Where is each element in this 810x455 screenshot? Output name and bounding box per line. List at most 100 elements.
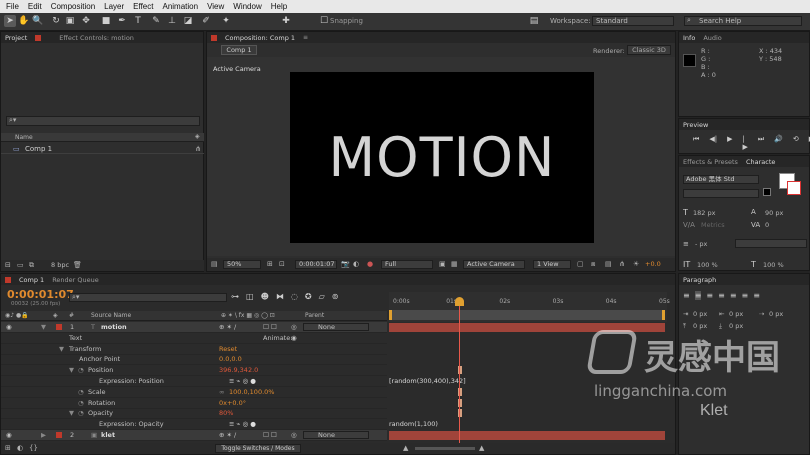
eraser-tool-icon[interactable]: ◪ [182,15,194,27]
motion-blur-icon[interactable]: ◌ [291,292,298,301]
indent-first-value[interactable]: 0 px [769,310,783,318]
expression-controls-icon[interactable]: ≡ ⌁ ◎ ● [229,377,256,385]
font-family-select[interactable]: Adobe 黑体 Std [683,175,759,184]
type-tool-icon[interactable]: T [132,15,144,27]
stroke-width-value[interactable]: - px [695,240,707,248]
stopwatch-icon[interactable]: ◔ [78,399,84,407]
layer-duration-bar[interactable] [389,323,665,332]
parent-select[interactable]: None [303,431,369,439]
layer-name[interactable]: motion [101,323,127,331]
toggle-modes-icon[interactable]: ◐ [17,444,23,452]
horizontal-scale-value[interactable]: 100 % [763,261,784,269]
property-row[interactable]: Expression: Opacity ≡ ⌁ ◎ ● [1,419,387,431]
toggle-switches-modes-button[interactable]: Toggle Switches / Modes [215,444,301,453]
camera-view-select[interactable]: Active Camera [463,260,525,269]
property-value[interactable]: 0x+0.0° [219,399,246,407]
property-row[interactable]: ◔ Scale ∞ 100.0,100.0% [1,387,387,398]
disclosure-triangle-icon[interactable]: ▼ [69,366,74,374]
clone-tool-icon[interactable]: ⊥ [166,15,178,27]
shy-layers-icon[interactable]: ☻ [261,292,269,301]
parent-pickwhip-icon[interactable]: ◎ [291,323,297,331]
property-row[interactable]: Text Animate: ◉ [1,333,387,344]
show-snapshot-icon[interactable]: ◐ [353,260,359,268]
toggle-inout-icon[interactable]: {} [29,444,38,452]
stopwatch-icon[interactable]: ◔ [78,388,84,396]
align-right-icon[interactable]: ≡ [706,291,713,300]
layer-name[interactable]: klet [101,431,115,439]
column-name-header[interactable]: Name [15,134,33,141]
workspace-switch-icon[interactable]: ▤ [528,15,540,27]
property-row[interactable]: ▼ Transform Reset [1,344,387,355]
axis-mode-icon[interactable]: ✚ [280,15,292,27]
last-frame-icon[interactable]: ⏭ [758,135,764,151]
rectangle-tool-icon[interactable]: ■ [100,15,112,27]
tab-audio[interactable]: Audio [703,34,721,42]
menu-item-animation[interactable]: Animation [162,2,198,11]
menu-item-window[interactable]: Window [233,2,261,11]
tab-project[interactable]: Project [5,34,27,42]
selection-tool-icon[interactable]: ➤ [4,15,16,27]
parent-select[interactable]: None [303,323,369,331]
channel-icon[interactable]: ● [367,260,373,268]
disclosure-triangle-icon[interactable]: ▼ [41,323,46,331]
brush-tool-icon[interactable]: ✎ [150,15,162,27]
snapping-checkbox[interactable]: ☐ [318,15,330,27]
toggle-pixel-icon[interactable]: ▢ [577,260,584,268]
comp-mini-flowchart-icon[interactable]: ⊶ [231,292,239,301]
hand-tool-icon[interactable]: ✋ [18,15,30,27]
justify-center-icon[interactable]: ≡ [730,291,737,300]
parent-pickwhip-icon[interactable]: ◎ [291,431,297,439]
prev-frame-icon[interactable]: ◀| [709,135,717,151]
zoom-out-icon[interactable]: ▲ [403,444,408,452]
flowchart-icon[interactable]: ⋔ [195,145,201,153]
snapshot-icon[interactable]: 📷 [341,260,350,268]
stroke-type-select[interactable] [735,239,807,248]
quality-box-icon[interactable]: ☐ ☐ [263,431,277,439]
zoom-tool-icon[interactable]: 🔍 [32,15,44,27]
comp-canvas[interactable]: MOTION [290,72,594,243]
zoom-select[interactable]: 50% [223,260,261,269]
grid-icon[interactable]: ⊡ [279,260,285,268]
space-after-value[interactable]: 0 px [729,322,743,330]
always-preview-icon[interactable]: ▤ [211,260,218,268]
list-item[interactable]: ▭ Comp 1 [1,144,204,154]
label-color-swatch[interactable] [56,324,62,330]
viewer-timecode[interactable]: 0:00:01:07 [295,260,337,269]
resolution-select[interactable]: Full [381,260,433,269]
font-style-select[interactable] [683,189,759,198]
brainstorm-icon[interactable]: ✪ [305,292,312,301]
menu-item-edit[interactable]: Edit [28,2,42,11]
expression-code[interactable]: random(1,100) [389,420,438,428]
safe-zones-icon[interactable]: ⊞ [267,260,273,268]
tab-effects-presets[interactable]: Effects & Presets [683,158,738,166]
tab-character[interactable]: Characte [746,158,775,166]
workspace-select[interactable]: Standard [592,16,674,26]
timeline-icon[interactable]: ▤ [605,260,612,268]
menu-item-layer[interactable]: Layer [104,2,124,11]
tab-preview[interactable]: Preview [683,121,708,129]
playhead-line[interactable] [459,298,461,443]
tab-menu-icon[interactable]: ≡ [303,34,308,41]
frame-blending-icon[interactable]: ⧓ [276,292,284,301]
vertical-scale-value[interactable]: 100 % [697,261,718,269]
property-row[interactable]: Expression: Position ≡ ⌁ ◎ ● [1,376,387,387]
stopwatch-icon[interactable]: ◔ [78,366,84,374]
tab-info[interactable]: Info [683,34,695,42]
new-comp-icon[interactable]: ⧉ [29,261,34,270]
transparency-grid-icon[interactable]: ▦ [451,260,458,268]
stopwatch-icon[interactable]: ◔ [78,409,84,417]
project-search-input[interactable] [6,116,200,126]
graph-editor-icon[interactable]: ▱ [319,292,325,301]
menu-item-effect[interactable]: Effect [133,2,153,11]
interpret-footage-icon[interactable]: ⊟ [5,261,11,269]
roto-brush-icon[interactable]: ✐ [200,15,212,27]
work-area-bar[interactable] [389,310,665,320]
tab-paragraph[interactable]: Paragraph [683,276,716,284]
column-source-header[interactable]: Source Name [91,312,131,319]
camera-tool-icon[interactable]: ▣ [64,15,76,27]
tracking-value[interactable]: 0 [765,221,769,229]
comp-subtab[interactable]: Comp 1 [221,45,257,55]
indent-left-value[interactable]: 0 px [693,310,707,318]
justify-left-icon[interactable]: ≡ [718,291,725,300]
tab-timeline-comp1[interactable]: Comp 1 [19,276,44,284]
